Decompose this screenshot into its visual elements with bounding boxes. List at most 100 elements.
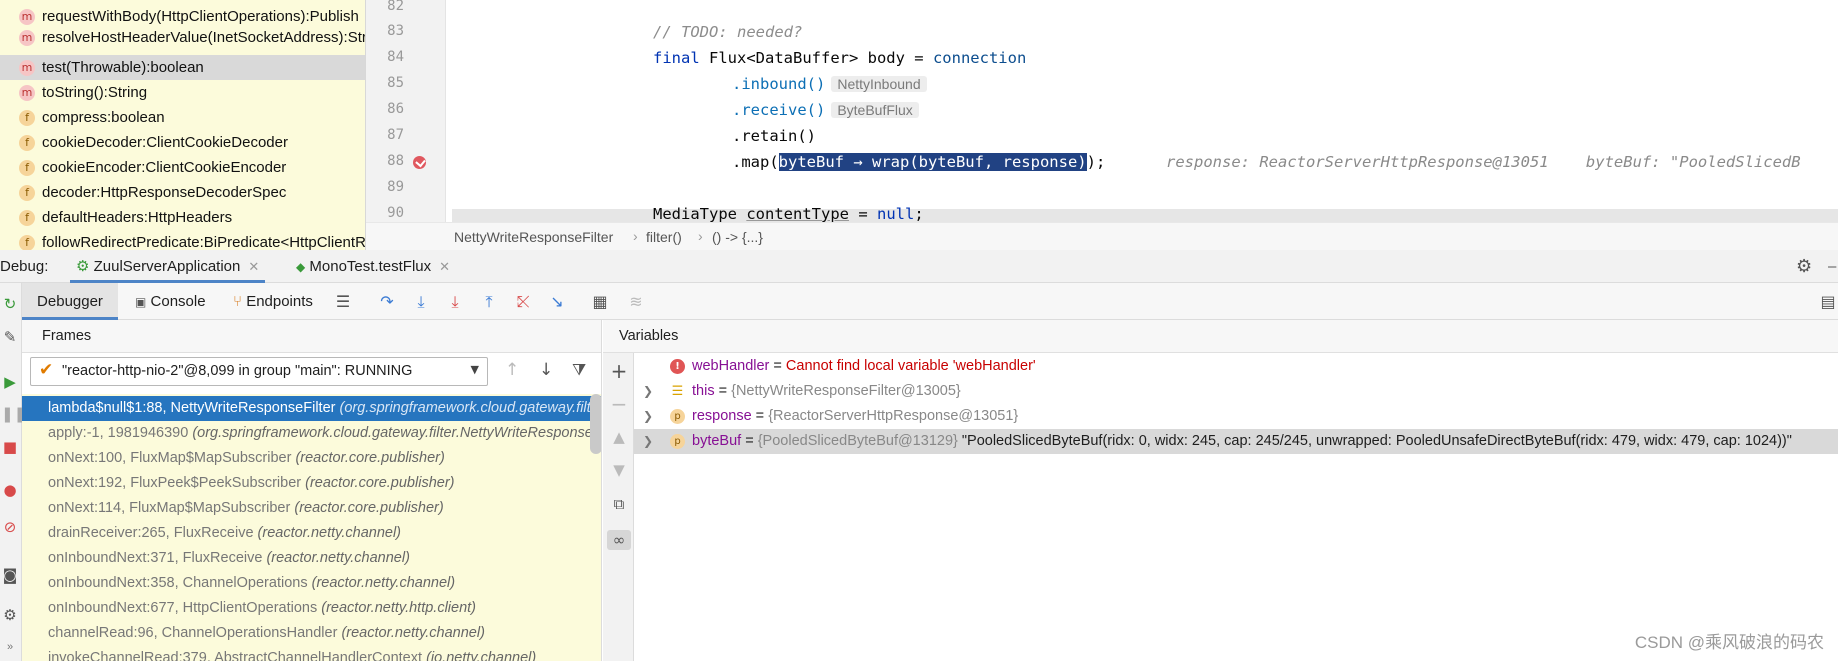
code-text: ; — [914, 205, 924, 222]
line-number-gutter[interactable]: 82 83 84 85 86 87 88 89 90 — [366, 0, 446, 222]
layout-icon[interactable]: ▤ — [1818, 292, 1838, 312]
tab-label: MonoTest.testFlux — [309, 258, 432, 275]
expand-chevron-icon[interactable]: ❯ — [643, 379, 653, 404]
remove-watch-icon[interactable]: − — [609, 394, 629, 414]
resume-icon[interactable]: ▶ — [1, 373, 19, 391]
evaluate-expression-icon[interactable]: ▦ — [590, 292, 610, 312]
copy-icon[interactable]: ⧉ — [609, 494, 629, 514]
frame-item[interactable]: onInboundNext:371, FluxReceive (reactor.… — [22, 546, 601, 571]
structure-item[interactable]: m toString():String — [0, 80, 365, 105]
breadcrumb-item[interactable]: filter() — [646, 229, 682, 245]
menu-icon[interactable]: ☰ — [333, 292, 353, 312]
selected-code[interactable]: byteBuf → wrap(byteBuf, response) — [778, 153, 1087, 171]
close-icon[interactable]: ✕ — [439, 259, 450, 274]
frame-item[interactable]: invokeChannelRead:379, AbstractChannelHa… — [22, 646, 601, 661]
structure-item-label: requestWithBody(HttpClientOperations):Pu… — [42, 8, 359, 25]
frame-item[interactable]: channelRead:96, ChannelOperationsHandler… — [22, 621, 601, 646]
thread-selector[interactable]: ✔ "reactor-http-nio-2"@8,099 in group "m… — [30, 357, 488, 386]
move-up-icon[interactable]: ▲ — [609, 427, 629, 447]
camera-icon[interactable]: ◙ — [1, 566, 19, 584]
frame-item[interactable]: onNext:100, FluxMap$MapSubscriber (react… — [22, 446, 601, 471]
field-icon: f — [19, 110, 35, 126]
frame-item[interactable]: apply:-1, 1981946390 (org.springframewor… — [22, 421, 601, 446]
breadcrumb-item[interactable]: () -> {...} — [712, 229, 763, 245]
drop-frame-icon[interactable]: ⤪ — [513, 292, 533, 312]
filter-icon[interactable]: ⧩ — [572, 360, 586, 380]
step-out-icon[interactable]: ⤒ — [479, 292, 499, 312]
frame-item[interactable]: onInboundNext:677, HttpClientOperations … — [22, 596, 601, 621]
force-step-into-icon[interactable]: ⤓ — [445, 292, 465, 312]
frames-scrollbar[interactable] — [590, 394, 601, 454]
arrow-down-icon[interactable]: ↓ — [539, 360, 553, 380]
line-number: 83 — [387, 23, 404, 39]
stop-icon[interactable]: ■ — [1, 438, 19, 456]
frame-package: (reactor.netty.channel) — [257, 525, 402, 541]
tab-endpoints[interactable]: ⑂ Endpoints — [233, 283, 313, 320]
structure-item[interactable]: f followRedirectPredicate:BiPredicate<Ht… — [0, 230, 365, 250]
line-number: 87 — [387, 127, 404, 143]
step-over-icon[interactable]: ↷ — [377, 292, 397, 312]
settings-gear-icon[interactable]: ⚙ — [1796, 250, 1812, 283]
frame-item[interactable]: onNext:114, FluxMap$MapSubscriber (react… — [22, 496, 601, 521]
close-icon[interactable]: ✕ — [248, 259, 259, 274]
mute-breakpoints-icon[interactable]: ⊘ — [1, 518, 19, 536]
tab-debugger[interactable]: Debugger — [22, 283, 118, 320]
rerun-icon[interactable]: ↻ — [1, 295, 19, 313]
step-into-icon[interactable]: ⤓ — [411, 292, 431, 312]
glasses-icon[interactable]: ∞ — [607, 530, 631, 550]
settings-icon[interactable]: ⚙ — [1, 606, 19, 624]
frame-package: (io.netty.channel) — [426, 650, 537, 661]
code-editor[interactable]: 82 83 84 85 86 87 88 89 90 // TODO: need… — [366, 0, 1838, 222]
variable-name: this — [692, 383, 715, 399]
code-line-86: .receive() ByteBufFlux — [732, 101, 919, 119]
tab-monotest-testflux[interactable]: ◆ MonoTest.testFlux ✕ — [296, 250, 450, 283]
debugger-toolbar: Debugger ▣ Console ⑂ Endpoints ☰ ↷ ⤓ ⤓ ⤒… — [22, 283, 1838, 320]
structure-item[interactable]: f decoder:HttpResponseDecoderSpec — [0, 180, 365, 205]
tab-zuul-server-application[interactable]: ⚙ ZuulServerApplication ✕ — [70, 250, 266, 283]
variable-equals: = — [741, 433, 758, 449]
field-icon: f — [19, 135, 35, 151]
variable-value: "PooledSlicedByteBuf(ridx: 0, widx: 245,… — [957, 433, 1792, 449]
line-number: 89 — [387, 179, 404, 195]
structure-item-label: compress:boolean — [42, 109, 165, 126]
variables-header: Variables — [603, 320, 1838, 353]
frame-item[interactable]: onInboundNext:358, ChannelOperations (re… — [22, 571, 601, 596]
frames-list: lambda$null$1:88, NettyWriteResponseFilt… — [22, 394, 601, 661]
code-text: ); — [1086, 153, 1106, 171]
frame-method: onInboundNext:358, ChannelOperations — [48, 575, 308, 591]
code-text: .map( — [732, 153, 779, 171]
more-icon[interactable]: » — [1, 638, 19, 656]
expand-chevron-icon[interactable]: ❯ — [643, 404, 653, 429]
tab-console[interactable]: ▣ Console — [135, 283, 206, 320]
structure-item-label: decoder:HttpResponseDecoderSpec — [42, 184, 287, 201]
add-watch-icon[interactable]: + — [609, 361, 629, 381]
structure-item[interactable]: f cookieDecoder:ClientCookieDecoder — [0, 130, 365, 155]
variable-row-selected[interactable]: ❯ p byteBuf = {PooledSlicedByteBuf@13129… — [634, 429, 1838, 454]
breakpoint-icon[interactable] — [413, 156, 426, 169]
expand-chevron-icon[interactable]: ❯ — [643, 429, 653, 454]
structure-item[interactable]: f compress:boolean — [0, 105, 365, 130]
frame-method: apply:-1, 1981946390 — [48, 425, 189, 441]
variable-row[interactable]: ! webHandler = Cannot find local variabl… — [634, 354, 1838, 379]
trace-icon[interactable]: ≋ — [626, 292, 646, 312]
structure-item[interactable]: f defaultHeaders:HttpHeaders — [0, 205, 365, 230]
structure-item-selected[interactable]: m test(Throwable):boolean — [0, 55, 365, 80]
view-breakpoints-icon[interactable]: ● — [1, 481, 19, 499]
frame-item[interactable]: onNext:192, FluxPeek$PeekSubscriber (rea… — [22, 471, 601, 496]
thread-selector-value: "reactor-http-nio-2"@8,099 in group "mai… — [62, 363, 413, 379]
frame-item[interactable]: drainReceiver:265, FluxReceive (reactor.… — [22, 521, 601, 546]
structure-item[interactable]: m resolveHostHeaderValue(InetSocketAddre… — [0, 25, 365, 50]
frame-item-selected[interactable]: lambda$null$1:88, NettyWriteResponseFilt… — [22, 396, 601, 421]
pause-icon[interactable]: ❚❚ — [1, 405, 26, 423]
tab-label: Debugger — [37, 293, 103, 310]
structure-item[interactable]: f cookieEncoder:ClientCookieEncoder — [0, 155, 365, 180]
variable-row[interactable]: ❯ ☰ this = {NettyWriteResponseFilter@130… — [634, 379, 1838, 404]
minimize-icon[interactable]: – — [1828, 250, 1836, 283]
arrow-up-icon[interactable]: ↑ — [505, 360, 519, 380]
move-down-icon[interactable]: ▼ — [609, 460, 629, 480]
variable-row[interactable]: ❯ p response = {ReactorServerHttpRespons… — [634, 404, 1838, 429]
run-to-cursor-icon[interactable]: ↘ — [547, 292, 567, 312]
wrench-icon[interactable]: ✎ — [1, 328, 19, 346]
breadcrumb-item[interactable]: NettyWriteResponseFilter — [454, 229, 613, 245]
code-method: .receive() — [732, 101, 826, 119]
